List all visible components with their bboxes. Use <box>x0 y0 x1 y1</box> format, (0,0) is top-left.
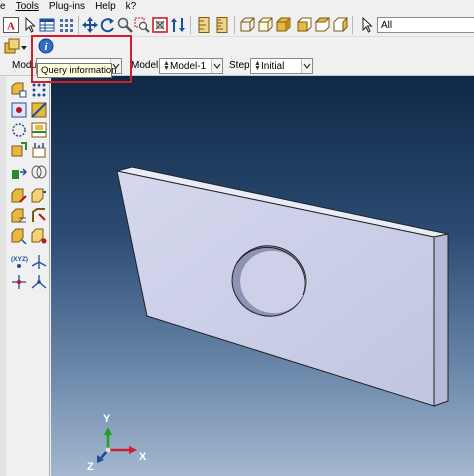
bc-icon[interactable] <box>11 164 28 180</box>
box-zoom-icon[interactable] <box>134 17 150 33</box>
chevron-down-icon[interactable] <box>301 59 312 73</box>
cut-extrude-icon[interactable] <box>11 208 27 224</box>
viewport[interactable]: Y X Z <box>51 76 474 476</box>
menu-item-file[interactable]: e <box>0 0 11 13</box>
ruler-alt-icon[interactable] <box>214 17 230 33</box>
chamfer-icon[interactable] <box>31 228 47 244</box>
view-iso-icon[interactable] <box>314 17 330 33</box>
pan-icon[interactable] <box>82 17 98 33</box>
view-side-icon[interactable] <box>332 17 348 33</box>
datum-xyz-label: (XYZ) <box>11 256 28 263</box>
abaqus-cae-window: e Tools Plug-ins Help k? A All i Modul M… <box>0 0 474 476</box>
zoom-icon[interactable] <box>117 17 133 33</box>
view-triad: Y X Z <box>87 413 147 473</box>
datum-xyz-icon[interactable]: (XYZ) <box>11 254 28 270</box>
menu-item-help[interactable]: Help <box>90 0 121 13</box>
section-icon[interactable] <box>31 122 47 138</box>
secondary-toolbar: i <box>0 37 474 56</box>
plate-side-edge <box>433 233 449 407</box>
selection-filter-dropdown[interactable]: All <box>377 17 474 33</box>
main-toolbar: A All <box>0 13 474 37</box>
circle-dashed-icon[interactable] <box>11 122 27 138</box>
mesh-seed-icon[interactable] <box>31 82 47 98</box>
menu-item-context-help[interactable]: k? <box>121 0 142 13</box>
model-dropdown[interactable]: ▲ ▼ Model-1 <box>159 58 223 74</box>
auto-fit-icon[interactable] <box>152 17 168 33</box>
datum-csys-icon[interactable] <box>31 274 47 290</box>
triad-x-label: X <box>139 451 147 463</box>
material-icon[interactable] <box>31 142 47 158</box>
vertex-icon[interactable] <box>11 102 27 118</box>
toolbox-scrollbar[interactable] <box>0 76 6 476</box>
selection-arrow-icon[interactable] <box>359 17 375 33</box>
chevron-down-icon[interactable] <box>20 40 28 56</box>
fillet-icon[interactable] <box>11 228 27 245</box>
spinner-icon: ▲ ▼ <box>254 60 261 72</box>
assembly-icon[interactable] <box>4 38 20 54</box>
selection-filter-value: All <box>381 19 393 31</box>
spinner-icon: ▲ ▼ <box>163 60 170 72</box>
model-label: Model: <box>131 60 162 71</box>
hidden-line-render-icon[interactable] <box>257 17 273 33</box>
menu-item-tools[interactable]: Tools <box>11 0 44 13</box>
assign-section-icon[interactable] <box>11 142 27 158</box>
create-part-icon[interactable] <box>11 82 27 98</box>
partition-icon[interactable] <box>31 102 47 118</box>
grid-icon[interactable] <box>59 17 75 33</box>
cycle-views-icon[interactable] <box>170 17 186 33</box>
select-arrow-icon[interactable] <box>22 17 38 33</box>
shell-icon[interactable] <box>31 164 47 180</box>
datum-point-icon[interactable] <box>11 274 27 290</box>
shaded-render-icon[interactable] <box>275 17 291 33</box>
step-dropdown[interactable]: ▲ ▼ Initial <box>250 58 313 74</box>
create-feature-icon[interactable] <box>11 188 27 204</box>
module-toolbox: (XYZ) <box>0 76 50 476</box>
query-information-button[interactable]: i <box>38 38 54 54</box>
extrude-icon[interactable] <box>31 188 47 204</box>
datum-axis-icon[interactable] <box>31 254 47 270</box>
query-information-tooltip: Query information <box>37 63 117 78</box>
chevron-down-icon[interactable] <box>211 59 222 73</box>
table-query-icon[interactable] <box>39 17 55 33</box>
triad-y-label: Y <box>103 413 111 425</box>
triad-z-label: Z <box>87 461 94 473</box>
wireframe-render-icon[interactable] <box>239 17 255 33</box>
menu-item-plugins[interactable]: Plug-ins <box>44 0 90 13</box>
part-render: Y X Z <box>87 166 449 473</box>
model-value: Model-1 <box>170 60 207 72</box>
annotation-text-icon[interactable]: A <box>3 17 19 33</box>
view-front-icon[interactable] <box>296 17 312 33</box>
sweep-icon[interactable] <box>31 208 47 224</box>
menu-bar: e Tools Plug-ins Help k? <box>0 0 474 13</box>
rotate-icon[interactable] <box>100 17 116 33</box>
step-label: Step: <box>229 60 253 71</box>
ruler-icon[interactable] <box>196 17 212 33</box>
svg-text:A: A <box>7 21 15 33</box>
step-value: Initial <box>261 60 285 72</box>
